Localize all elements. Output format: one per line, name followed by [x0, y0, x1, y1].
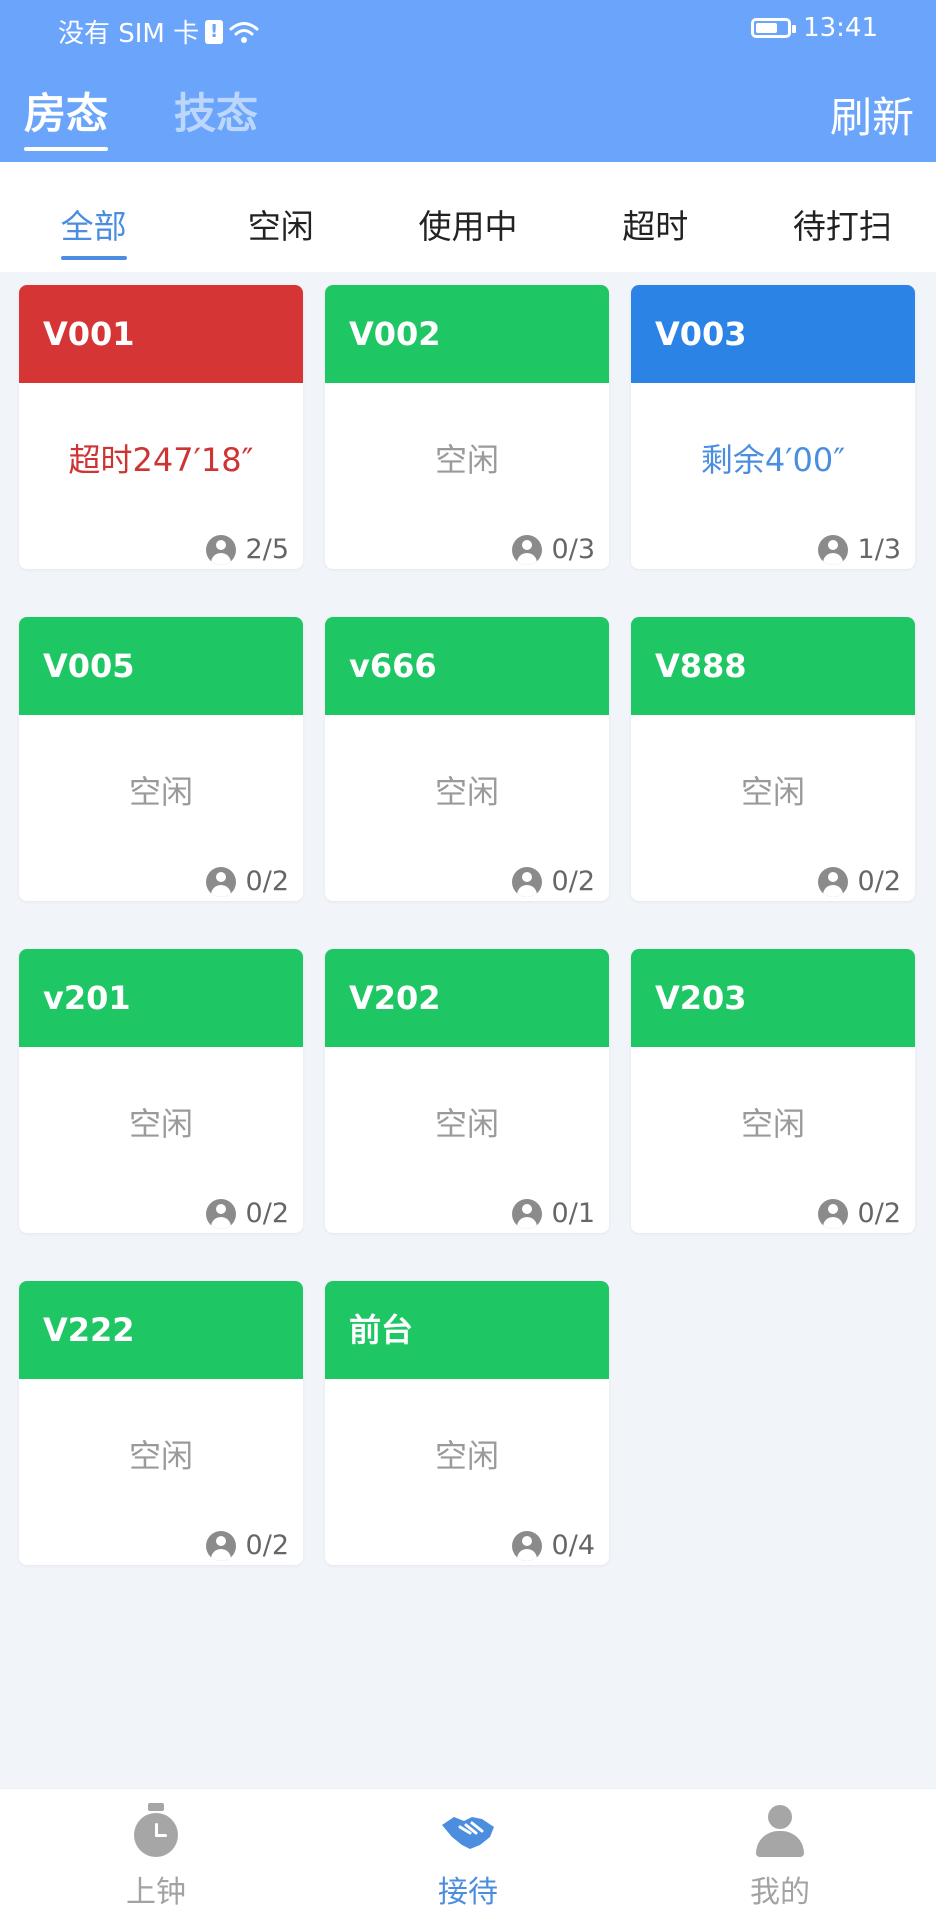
room-card[interactable]: V888 空闲 0/2	[631, 617, 915, 901]
room-status-text: 空闲	[434, 1437, 499, 1475]
user-icon	[205, 866, 236, 897]
user-icon	[817, 866, 848, 897]
app-header: 没有 SIM 卡 ! 13:41 房态 技态 刷新	[0, 0, 936, 162]
room-name: V001	[19, 285, 303, 383]
filter-tab-in-use[interactable]: 使用中	[374, 162, 561, 272]
room-status-text: 空闲	[128, 773, 193, 811]
room-status-text: 空闲	[434, 773, 499, 811]
occupancy-count: 0/4	[551, 1530, 595, 1561]
nav-label: 上钟	[126, 1875, 186, 1910]
room-status-text: 超时247′18″	[68, 441, 254, 479]
nav-item-reception[interactable]: 接待	[312, 1789, 624, 1916]
occupancy-count: 0/2	[245, 1530, 289, 1561]
room-status-text: 空闲	[128, 1105, 193, 1143]
nav-label: 我的	[750, 1875, 810, 1910]
room-card[interactable]: V202 空闲 0/1	[325, 949, 609, 1233]
occupancy-count: 2/5	[245, 534, 289, 565]
room-name: V005	[19, 617, 303, 715]
room-card[interactable]: V005 空闲 0/2	[19, 617, 303, 901]
wifi-icon	[229, 21, 259, 43]
status-right: 13:41	[751, 13, 878, 43]
occupancy-count: 0/2	[245, 866, 289, 897]
filter-tab-idle[interactable]: 空闲	[187, 162, 374, 272]
room-name: v666	[325, 617, 609, 715]
room-name: V888	[631, 617, 915, 715]
room-occupancy: 0/2	[817, 866, 901, 897]
battery-icon	[751, 18, 797, 38]
carrier-text: 没有 SIM 卡	[58, 19, 200, 49]
sim-alert-icon: !	[205, 19, 224, 44]
room-card[interactable]: V003 剩余4′00″ 1/3	[631, 285, 915, 569]
room-occupancy: 0/1	[511, 1198, 595, 1229]
room-occupancy: 0/3	[511, 534, 595, 565]
room-card[interactable]: V002 空闲 0/3	[325, 285, 609, 569]
bottom-nav: 上钟 接待 我的	[0, 1788, 936, 1916]
room-status-text: 空闲	[740, 1105, 805, 1143]
room-occupancy: 0/2	[511, 866, 595, 897]
occupancy-count: 0/2	[857, 866, 901, 897]
occupancy-count: 1/3	[857, 534, 901, 565]
room-status-text: 剩余4′00″	[700, 441, 846, 479]
filter-bar: 全部 空闲 使用中 超时 待打扫	[0, 162, 936, 272]
room-name: V002	[325, 285, 609, 383]
room-card[interactable]: v201 空闲 0/2	[19, 949, 303, 1233]
nav-label: 接待	[438, 1875, 498, 1910]
occupancy-count: 0/2	[857, 1198, 901, 1229]
room-occupancy: 0/2	[205, 1530, 289, 1561]
room-card[interactable]: V001 超时247′18″ 2/5	[19, 285, 303, 569]
tab-room-status[interactable]: 房态	[24, 80, 109, 151]
room-name: V222	[19, 1281, 303, 1379]
filter-tab-overtime[interactable]: 超时	[562, 162, 749, 272]
status-left: 没有 SIM 卡 !	[58, 13, 259, 50]
room-occupancy: 0/2	[205, 866, 289, 897]
room-status-text: 空闲	[128, 1437, 193, 1475]
user-icon	[205, 1530, 236, 1561]
filter-tab-all[interactable]: 全部	[0, 162, 187, 272]
user-icon	[817, 534, 848, 565]
room-grid: V001 超时247′18″ 2/5 V002 空闲 0/3 V003 剩余4′00″ 1/3 V…	[19, 285, 919, 1565]
user-icon	[511, 1530, 542, 1561]
nav-item-clock-in[interactable]: 上钟	[0, 1789, 312, 1916]
occupancy-count: 0/2	[245, 1198, 289, 1229]
room-occupancy: 1/3	[817, 534, 901, 565]
room-occupancy: 0/4	[511, 1530, 595, 1561]
room-card[interactable]: v666 空闲 0/2	[325, 617, 609, 901]
user-icon	[205, 1198, 236, 1229]
room-name: v201	[19, 949, 303, 1047]
occupancy-count: 0/3	[551, 534, 595, 565]
user-icon	[511, 534, 542, 565]
clock-text: 13:41	[803, 13, 878, 43]
refresh-button[interactable]: 刷新	[830, 84, 914, 145]
user-icon	[511, 866, 542, 897]
status-bar: 没有 SIM 卡 ! 13:41	[0, 0, 936, 60]
room-status-text: 空闲	[434, 441, 499, 479]
filter-tab-to-clean[interactable]: 待打扫	[749, 162, 936, 272]
occupancy-count: 0/2	[551, 866, 595, 897]
user-icon	[205, 534, 236, 565]
user-icon	[511, 1198, 542, 1229]
room-card[interactable]: 前台空闲 0/4	[325, 1281, 609, 1565]
room-card[interactable]: V222 空闲 0/2	[19, 1281, 303, 1565]
room-name: V003	[631, 285, 915, 383]
occupancy-count: 0/1	[551, 1198, 595, 1229]
room-status-text: 空闲	[434, 1105, 499, 1143]
stopwatch-icon	[128, 1803, 184, 1859]
room-occupancy: 2/5	[205, 534, 289, 565]
nav-item-profile[interactable]: 我的	[624, 1789, 936, 1916]
battery-level	[756, 23, 778, 33]
room-status-text: 空闲	[740, 773, 805, 811]
person-icon	[752, 1803, 808, 1859]
room-name: V203	[631, 949, 915, 1047]
top-tabs: 房态 技态	[24, 80, 258, 151]
handshake-icon	[442, 1817, 494, 1849]
room-card[interactable]: V203 空闲 0/2	[631, 949, 915, 1233]
user-icon	[817, 1198, 848, 1229]
room-occupancy: 0/2	[205, 1198, 289, 1229]
room-occupancy: 0/2	[817, 1198, 901, 1229]
room-name: 前台	[325, 1281, 609, 1379]
tab-technician-status[interactable]: 技态	[174, 80, 258, 151]
room-name: V202	[325, 949, 609, 1047]
